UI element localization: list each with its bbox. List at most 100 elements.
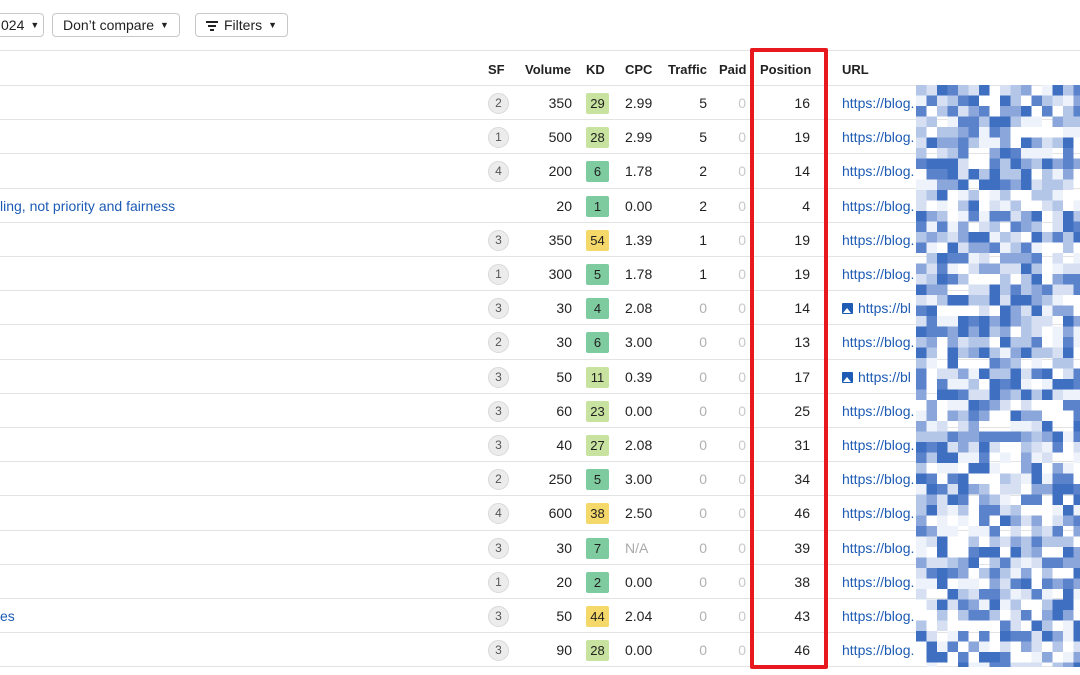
traffic-value[interactable]: 5 xyxy=(699,120,707,154)
cpc-value: 2.50 xyxy=(625,505,653,522)
redaction-pixel xyxy=(1010,337,1021,348)
redaction-pixel xyxy=(1021,631,1032,642)
traffic-value[interactable]: 0 xyxy=(699,360,707,394)
serp-features-badge[interactable]: 2 xyxy=(488,93,509,114)
url-link[interactable]: https://blog. xyxy=(842,189,914,223)
url-link[interactable]: https://blog. xyxy=(842,462,914,496)
redaction-pixel xyxy=(1042,578,1053,589)
paid-value: 0 xyxy=(738,471,746,488)
redaction-pixel xyxy=(916,452,927,463)
redaction-pixel xyxy=(1052,442,1063,453)
traffic-value[interactable]: 1 xyxy=(699,223,707,257)
serp-features-badge[interactable]: 3 xyxy=(488,537,509,559)
traffic-value[interactable]: 5 xyxy=(699,86,707,120)
redaction-pixel xyxy=(937,169,948,180)
redaction-pixel xyxy=(1031,526,1042,537)
column-header-volume[interactable]: Volume xyxy=(525,62,571,77)
redaction-pixel xyxy=(1000,494,1011,505)
traffic-value[interactable]: 0 xyxy=(699,496,707,530)
serp-features-badge[interactable]: 3 xyxy=(488,298,509,320)
traffic-value[interactable]: 0 xyxy=(699,291,707,325)
keyword-link[interactable]: es xyxy=(0,599,15,633)
url-link[interactable]: https://bl xyxy=(842,291,911,325)
url-link[interactable]: https://blog. xyxy=(842,223,914,257)
redaction-pixel xyxy=(937,379,948,390)
redaction-pixel xyxy=(1010,421,1021,432)
redaction-pixel xyxy=(1031,368,1042,379)
serp-features-badge[interactable]: 3 xyxy=(488,435,509,456)
redaction-pixel xyxy=(1031,116,1042,127)
column-header-paid[interactable]: Paid xyxy=(719,62,746,77)
serp-features-badge[interactable]: 1 xyxy=(488,264,509,285)
traffic-value[interactable]: 0 xyxy=(699,394,707,428)
serp-features-badge[interactable]: 2 xyxy=(488,332,509,354)
url-link[interactable]: https://blog. xyxy=(842,257,914,291)
serp-features-badge[interactable]: 3 xyxy=(488,640,509,662)
filters-button[interactable]: Filters ▼ xyxy=(195,13,289,37)
column-header-cpc[interactable]: CPC xyxy=(625,62,652,77)
traffic-value[interactable]: 0 xyxy=(699,325,707,359)
redaction-pixel xyxy=(1010,85,1021,96)
redaction-pixel xyxy=(1010,484,1021,495)
column-header-traffic[interactable]: Traffic xyxy=(668,62,707,77)
column-header-url[interactable]: URL xyxy=(842,62,869,77)
date-range-dropdown[interactable]: 024 ▼ xyxy=(0,13,44,37)
url-link[interactable]: https://blog. xyxy=(842,154,914,188)
redaction-pixel xyxy=(968,536,979,547)
serp-features-badge[interactable]: 4 xyxy=(488,161,509,183)
redaction-pixel xyxy=(968,190,979,201)
serp-features-badge[interactable]: 1 xyxy=(488,127,509,149)
url-link[interactable]: https://blog. xyxy=(842,120,914,154)
serp-features-badge[interactable]: 4 xyxy=(488,503,509,525)
redaction-pixel xyxy=(1010,410,1021,421)
redaction-pixel xyxy=(1052,295,1063,306)
traffic-value[interactable]: 0 xyxy=(699,462,707,496)
traffic-value[interactable]: 0 xyxy=(699,565,707,599)
redaction-pixel xyxy=(937,578,948,589)
url-link[interactable]: https://blog. xyxy=(842,599,914,633)
traffic-value[interactable]: 0 xyxy=(699,531,707,565)
column-header-sf[interactable]: SF xyxy=(488,62,505,77)
url-link[interactable]: https://blog. xyxy=(842,565,914,599)
redaction-pixel xyxy=(1073,200,1080,211)
column-header-kd[interactable]: KD xyxy=(586,62,605,77)
traffic-value[interactable]: 0 xyxy=(699,599,707,633)
traffic-value[interactable]: 1 xyxy=(699,257,707,291)
redaction-pixel xyxy=(1073,263,1080,274)
compare-dropdown[interactable]: Don’t compare ▼ xyxy=(52,13,180,37)
redaction-pixel xyxy=(979,631,990,642)
redaction-pixel xyxy=(1000,473,1011,484)
url-link[interactable]: https://blog. xyxy=(842,531,914,565)
serp-features-badge[interactable]: 3 xyxy=(488,606,509,627)
redaction-pixel xyxy=(937,221,948,232)
serp-features-badge[interactable]: 3 xyxy=(488,400,509,422)
redaction-pixel xyxy=(1031,557,1042,568)
url-link[interactable]: https://blog. xyxy=(842,633,914,667)
redaction-pixel xyxy=(958,578,969,589)
traffic-value[interactable]: 2 xyxy=(699,189,707,223)
url-link[interactable]: https://blog. xyxy=(842,325,914,359)
keyword-link[interactable]: ling, not priority and fairness xyxy=(0,189,175,223)
traffic-value[interactable]: 2 xyxy=(699,154,707,188)
url-link[interactable]: https://blog. xyxy=(842,86,914,120)
traffic-value[interactable]: 0 xyxy=(699,633,707,667)
redaction-pixel xyxy=(989,284,1000,295)
url-link[interactable]: https://bl xyxy=(842,360,911,394)
redaction-pixel xyxy=(1000,253,1011,264)
paid-value: 0 xyxy=(738,300,746,317)
serp-features-badge[interactable]: 1 xyxy=(488,571,509,593)
url-link[interactable]: https://blog. xyxy=(842,394,914,428)
serp-features-badge[interactable]: 3 xyxy=(488,229,509,251)
redaction-pixel xyxy=(1063,284,1074,295)
redaction-pixel xyxy=(1052,179,1063,190)
redaction-pixel xyxy=(1010,631,1021,642)
traffic-value[interactable]: 0 xyxy=(699,428,707,462)
url-link[interactable]: https://blog. xyxy=(842,428,914,462)
redaction-pixel xyxy=(916,148,927,159)
url-link[interactable]: https://blog. xyxy=(842,496,914,530)
redaction-pixel xyxy=(968,137,979,148)
redaction-pixel xyxy=(1031,326,1042,337)
serp-features-badge[interactable]: 2 xyxy=(488,469,509,491)
serp-features-badge[interactable]: 3 xyxy=(488,366,509,388)
redaction-pixel xyxy=(1063,326,1074,337)
